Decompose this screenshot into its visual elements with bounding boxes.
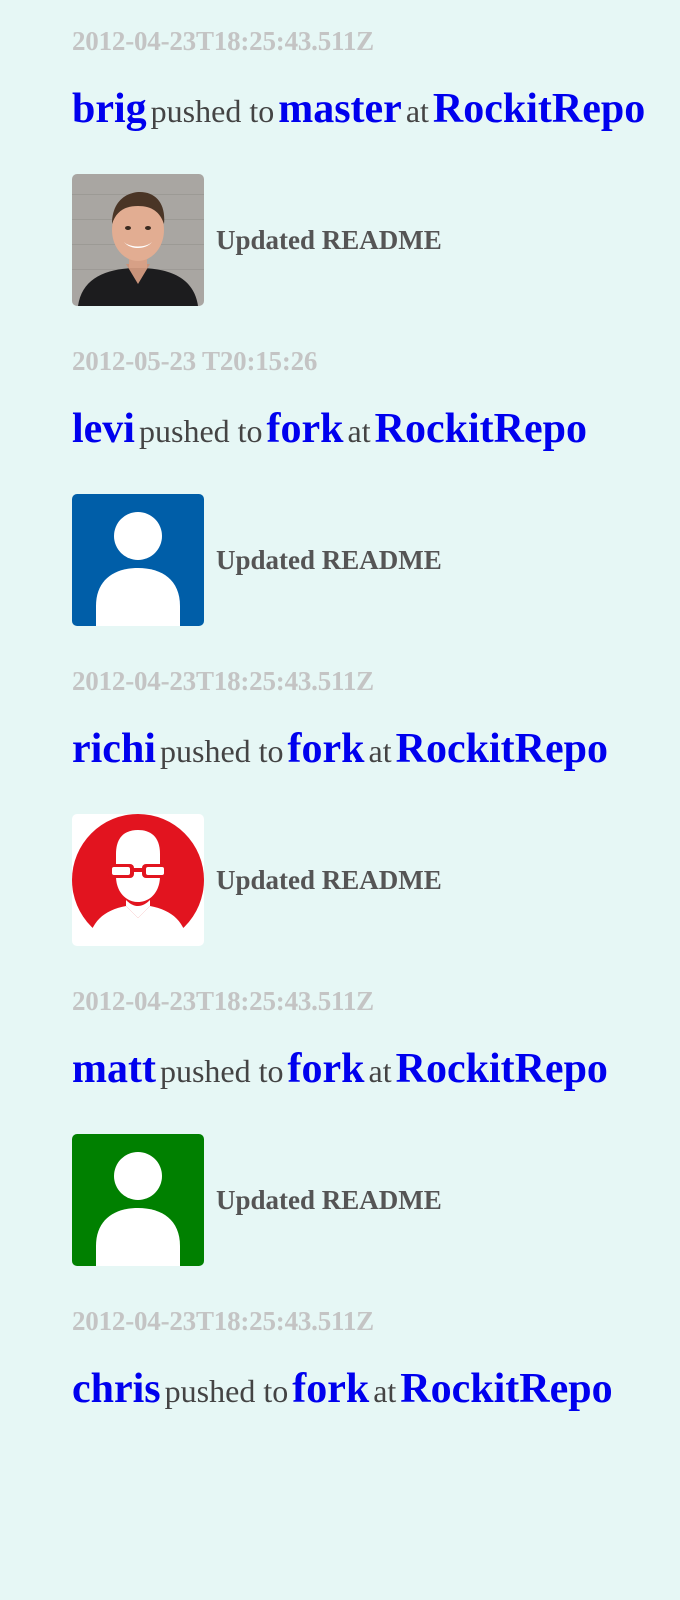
event-headline: chris pushed to fork at RockitRepo <box>72 1368 613 1410</box>
event-headline: levi pushed to fork at RockitRepo <box>72 408 587 450</box>
glasses-user-icon[interactable] <box>72 814 204 946</box>
pushed-to-text: pushed to <box>159 733 284 769</box>
at-text: at <box>368 1053 392 1089</box>
pushed-to-text: pushed to <box>164 1373 289 1409</box>
repo-link[interactable]: RockitRepo <box>396 1046 608 1092</box>
at-text: at <box>368 733 392 769</box>
user-link[interactable]: levi <box>72 406 135 452</box>
default-user-icon[interactable] <box>72 1134 204 1266</box>
event-timestamp: 2012-04-23T18:25:43.511Z <box>72 666 374 696</box>
commit-message: Updated README <box>216 544 442 575</box>
event-headline: richi pushed to fork at RockitRepo <box>72 728 608 770</box>
commit-message: Updated README <box>216 864 442 895</box>
repo-link[interactable]: RockitRepo <box>396 726 608 772</box>
event-timestamp: 2012-04-23T18:25:43.511Z <box>72 986 374 1016</box>
branch-link[interactable]: fork <box>292 1366 369 1412</box>
commit-row: Updated README <box>72 494 442 626</box>
photo-avatar[interactable] <box>72 174 204 306</box>
pushed-to-text: pushed to <box>159 1053 284 1089</box>
commit-row: Updated README <box>72 174 442 306</box>
repo-link[interactable]: RockitRepo <box>433 86 645 132</box>
feed-event: 2012-04-23T18:25:43.511Z richi pushed to… <box>72 640 680 960</box>
user-link[interactable]: brig <box>72 86 147 132</box>
at-text: at <box>347 413 371 449</box>
event-timestamp: 2012-05-23 T20:15:26 <box>72 346 318 376</box>
activity-feed: 2012-04-23T18:25:43.511Z brig pushed to … <box>72 0 680 1600</box>
event-timestamp: 2012-04-23T18:25:43.511Z <box>72 26 374 56</box>
at-text: at <box>405 93 429 129</box>
feed-event: 2012-04-23T18:25:43.511Z matt pushed to … <box>72 960 680 1280</box>
commit-message: Updated README <box>216 224 442 255</box>
repo-link[interactable]: RockitRepo <box>400 1366 612 1412</box>
feed-event: 2012-04-23T18:25:43.511Z chris pushed to… <box>72 1280 680 1600</box>
branch-link[interactable]: master <box>278 86 402 132</box>
event-headline: brig pushed to master at RockitRepo <box>72 88 645 130</box>
user-link[interactable]: richi <box>72 726 156 772</box>
user-link[interactable]: matt <box>72 1046 156 1092</box>
at-text: at <box>373 1373 397 1409</box>
user-link[interactable]: chris <box>72 1366 161 1412</box>
feed-event: 2012-04-23T18:25:43.511Z brig pushed to … <box>72 0 680 320</box>
commit-row: Updated README <box>72 1134 442 1266</box>
event-headline: matt pushed to fork at RockitRepo <box>72 1048 608 1090</box>
branch-link[interactable]: fork <box>288 1046 365 1092</box>
branch-link[interactable]: fork <box>267 406 344 452</box>
default-user-icon[interactable] <box>72 494 204 626</box>
pushed-to-text: pushed to <box>150 93 275 129</box>
commit-message: Updated README <box>216 1184 442 1215</box>
branch-link[interactable]: fork <box>288 726 365 772</box>
event-timestamp: 2012-04-23T18:25:43.511Z <box>72 1306 374 1336</box>
repo-link[interactable]: RockitRepo <box>375 406 587 452</box>
commit-row: Updated README <box>72 814 442 946</box>
feed-event: 2012-05-23 T20:15:26 levi pushed to fork… <box>72 320 680 640</box>
pushed-to-text: pushed to <box>138 413 263 449</box>
